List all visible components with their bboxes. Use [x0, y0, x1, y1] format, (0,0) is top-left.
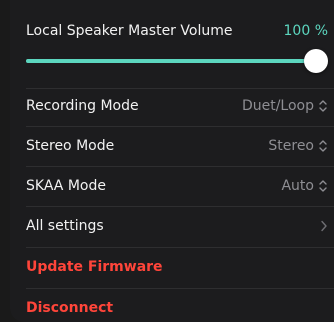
settings-panel: Local Speaker Master Volume 100 % Record…: [10, 0, 334, 322]
update-firmware-button[interactable]: Update Firmware: [26, 259, 163, 275]
all-settings-label: All settings: [26, 218, 104, 234]
stereo-mode-value-wrap[interactable]: Stereo: [268, 138, 328, 154]
disconnect-row[interactable]: Disconnect: [26, 288, 328, 322]
all-settings-row[interactable]: All settings: [26, 206, 328, 246]
update-firmware-row[interactable]: Update Firmware: [26, 247, 328, 287]
volume-slider-fill: [26, 59, 316, 63]
volume-title: Local Speaker Master Volume: [26, 23, 233, 39]
skaa-mode-row[interactable]: SKAA Mode Auto: [26, 166, 328, 206]
volume-slider-thumb[interactable]: [304, 49, 328, 73]
volume-slider[interactable]: [26, 49, 328, 73]
chevron-right-icon: [321, 220, 327, 232]
volume-header: Local Speaker Master Volume 100 %: [26, 20, 328, 42]
stereo-mode-row[interactable]: Stereo Mode Stereo: [26, 126, 328, 166]
stereo-mode-value: Stereo: [268, 138, 314, 154]
skaa-mode-label: SKAA Mode: [26, 178, 106, 194]
chevron-updown-icon: [319, 140, 327, 152]
disconnect-button[interactable]: Disconnect: [26, 300, 113, 316]
recording-mode-value-wrap[interactable]: Duet/Loop: [242, 98, 328, 114]
recording-mode-label: Recording Mode: [26, 98, 139, 114]
all-settings-value-wrap: [320, 220, 328, 232]
chevron-updown-icon: [319, 100, 327, 112]
skaa-mode-value: Auto: [281, 178, 314, 194]
recording-mode-value: Duet/Loop: [241, 98, 314, 114]
volume-value: 100 %: [283, 23, 328, 39]
skaa-mode-value-wrap[interactable]: Auto: [281, 178, 328, 194]
recording-mode-row[interactable]: Recording Mode Duet/Loop: [26, 86, 328, 126]
stereo-mode-label: Stereo Mode: [26, 138, 115, 154]
chevron-updown-icon: [319, 180, 327, 192]
